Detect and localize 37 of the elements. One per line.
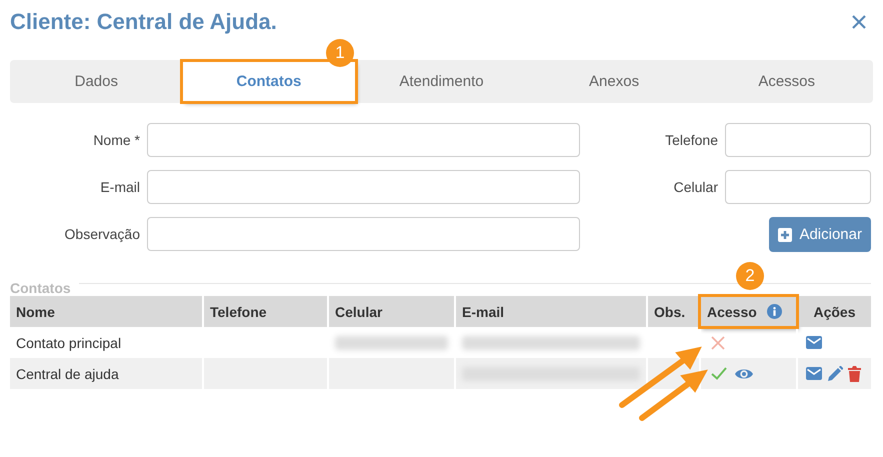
tab[interactable]: Atendimento [355,62,528,101]
table-cell: Central de ajuda [10,358,203,389]
field-label: Telefone [665,132,718,148]
callout-badge: 2 [736,262,764,290]
info-icon[interactable] [766,304,782,319]
field-label: Celular [674,179,718,195]
input-field[interactable] [147,217,580,251]
section-title: Contatos [10,280,71,296]
window-title: Cliente: Central de Ajuda. [10,9,277,35]
input-field[interactable] [725,170,871,204]
column-header: Ações [797,296,871,327]
tab[interactable]: Acessos [700,62,873,101]
plus-square-icon [778,228,792,242]
pencil-icon[interactable] [827,366,843,382]
column-header: Obs. [647,296,700,327]
input-field[interactable] [147,123,580,157]
tab[interactable]: Contatos [182,62,356,101]
tab[interactable]: Anexos [528,62,700,101]
column-header: E-mail [455,296,647,327]
input-field[interactable] [147,170,580,204]
trash-icon[interactable] [848,366,861,382]
eye-icon[interactable] [735,368,753,380]
column-header: Telefone [203,296,328,327]
column-header: Celular [328,296,455,327]
add-button[interactable]: Adicionar [769,217,871,252]
field-label: Nome * [93,132,140,148]
callout-badge: 1 [326,39,354,67]
close-icon[interactable] [851,14,867,30]
envelope-icon[interactable] [806,336,822,349]
tab[interactable]: Dados [10,62,183,101]
column-header: Nome [10,296,203,327]
field-label: E-mail [100,179,140,195]
header-label: Acesso [707,304,757,320]
envelope-icon[interactable] [806,367,822,380]
table-cell: Contato principal [10,327,203,358]
input-field[interactable] [725,123,871,157]
field-label: Observação [64,226,140,242]
